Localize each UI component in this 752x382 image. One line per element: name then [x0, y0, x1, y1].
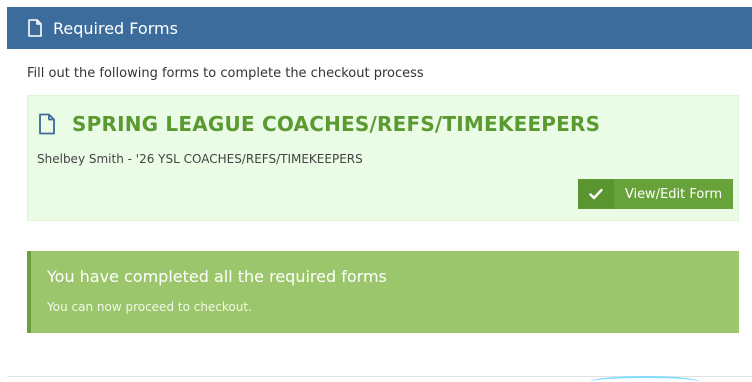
page: Required Forms Fill out the following fo… — [0, 0, 752, 382]
panel-title: Required Forms — [53, 18, 178, 38]
view-edit-form-button[interactable]: View/Edit Form — [578, 179, 733, 209]
completion-alert: You have completed all the required form… — [27, 251, 739, 333]
required-forms-panel: Required Forms Fill out the following fo… — [7, 7, 752, 377]
completion-message: You can now proceed to checkout. — [47, 300, 252, 314]
completion-title: You have completed all the required form… — [47, 267, 387, 286]
view-edit-form-label: View/Edit Form — [624, 186, 723, 202]
form-subtitle: Shelbey Smith - '26 YSL COACHES/REFS/TIM… — [37, 152, 363, 166]
form-title: SPRING LEAGUE COACHES/REFS/TIMEKEEPERS — [72, 112, 601, 136]
form-title-row: SPRING LEAGUE COACHES/REFS/TIMEKEEPERS — [38, 112, 600, 136]
decorative-glow — [590, 376, 700, 382]
panel-header: Required Forms — [7, 7, 752, 49]
document-icon — [27, 19, 43, 37]
instructions-text: Fill out the following forms to complete… — [27, 66, 424, 81]
form-card: SPRING LEAGUE COACHES/REFS/TIMEKEEPERS S… — [27, 95, 739, 221]
document-icon — [38, 113, 56, 135]
check-icon — [578, 179, 614, 209]
